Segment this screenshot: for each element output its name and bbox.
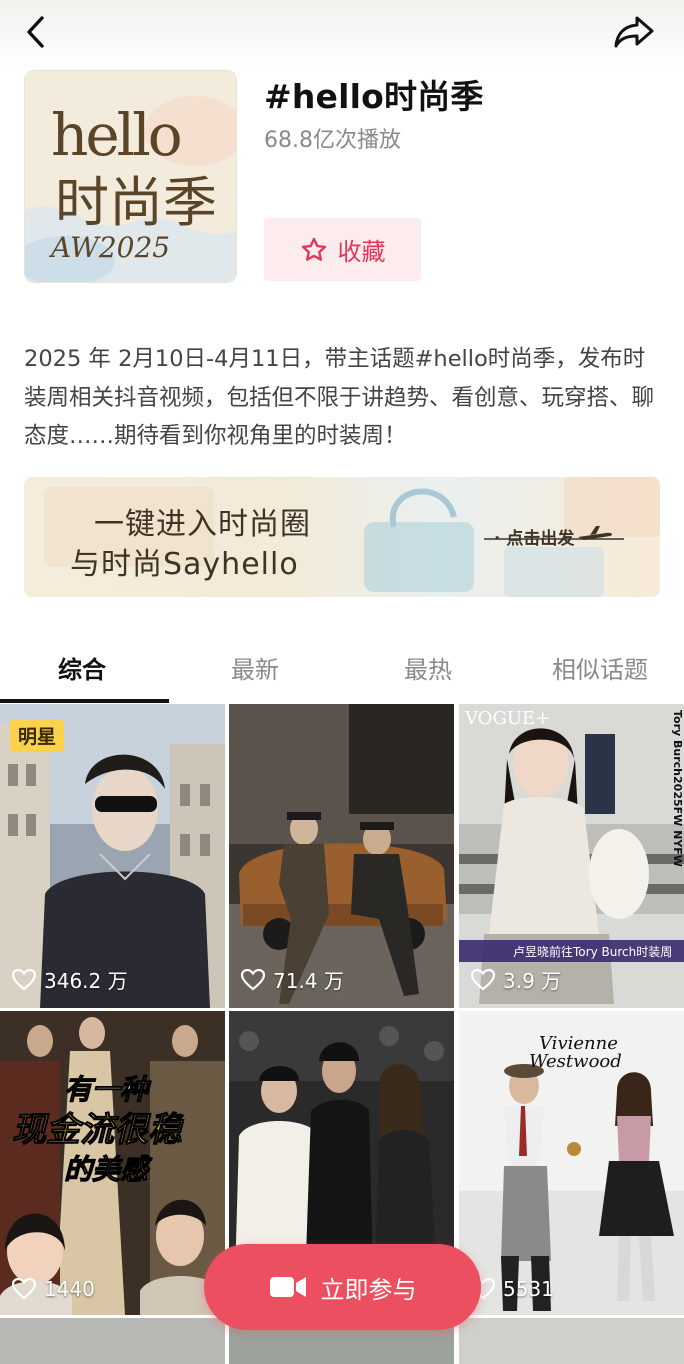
cover-aw-text: AW2025 xyxy=(48,231,170,264)
celebrity-badge: 明星 xyxy=(10,719,65,752)
share-button[interactable] xyxy=(612,10,656,54)
star-icon xyxy=(301,237,326,261)
top-bar xyxy=(0,0,684,70)
airplane-icon xyxy=(578,526,613,540)
like-count: 3.9 万 xyxy=(471,965,561,994)
video-caption: 卢昱晓前往Tory Burch时装周 xyxy=(513,944,672,959)
tab-comprehensive[interactable]: 综合 xyxy=(12,650,152,685)
share-arrow-icon xyxy=(614,16,654,48)
overlay-line-2: 现金流很稳 xyxy=(12,1110,184,1150)
topic-title: #hello时尚季 xyxy=(264,77,484,116)
video-card[interactable]: 71.4 万 xyxy=(229,704,454,1008)
heart-icon xyxy=(471,968,495,990)
banner-cta: · 点击出发 xyxy=(494,529,575,549)
side-caption: Tory Burch2025FW NYFW xyxy=(671,710,684,867)
video-card[interactable]: VOGUE+ Tory Burch2025FW NYFW 卢昱晓前往Tory B… xyxy=(459,704,684,1008)
join-now-button[interactable]: 立即参与 xyxy=(204,1244,481,1330)
cover-hello-text: hello xyxy=(51,101,180,169)
topic-tabs: 综合 最新 最热 相似话题 xyxy=(0,630,684,704)
play-count: 68.8亿次播放 xyxy=(264,128,401,153)
like-count-text: 346.2 万 xyxy=(44,969,128,993)
overlay-line-1: 有一种 xyxy=(64,1073,152,1106)
like-count-text: 1440 xyxy=(44,1277,95,1301)
join-now-label: 立即参与 xyxy=(320,1275,417,1304)
back-button[interactable] xyxy=(14,10,58,54)
favorite-label: 收藏 xyxy=(337,238,386,266)
topic-description: 2025 年 2月10日-4月11日，带主话题#hello时尚季，发布时装周相关… xyxy=(24,346,655,449)
tab-hottest[interactable]: 最热 xyxy=(358,650,498,685)
active-tab-indicator xyxy=(0,699,169,703)
like-count: 1440 xyxy=(12,1277,95,1301)
like-count-text: 3.9 万 xyxy=(503,969,562,993)
banner-line1: 一键进入时尚圈 xyxy=(94,507,311,542)
topic-cover: hello 时尚季 AW2025 xyxy=(24,70,237,283)
video-card[interactable] xyxy=(459,1318,684,1364)
banner-line2: 与时尚Sayhello xyxy=(70,547,299,582)
overlay-line-3: 的美感 xyxy=(64,1153,153,1186)
heart-icon xyxy=(12,1278,36,1300)
heart-icon xyxy=(241,968,265,990)
video-card[interactable] xyxy=(0,1318,225,1364)
video-card[interactable]: 明星 346.2 万 xyxy=(0,704,225,1008)
favorite-button[interactable]: 收藏 xyxy=(264,218,421,281)
like-count-text: 5531 xyxy=(503,1277,554,1301)
chevron-left-icon xyxy=(27,16,44,48)
heart-icon xyxy=(12,968,36,990)
video-camera-icon xyxy=(269,1277,306,1297)
like-count-text: 71.4 万 xyxy=(273,969,344,993)
brand-line-2: Westwood xyxy=(529,1051,622,1072)
vogue-logo: VOGUE+ xyxy=(464,708,550,729)
promo-banner[interactable]: 一键进入时尚圈 与时尚Sayhello · 点击出发 xyxy=(24,477,660,597)
like-count: 71.4 万 xyxy=(241,965,344,994)
video-card[interactable]: Vivienne Westwood 5531 xyxy=(459,1011,684,1315)
video-card[interactable]: 有一种 现金流很稳 的美感 1440 xyxy=(0,1011,225,1315)
tab-similar-topics[interactable]: 相似话题 xyxy=(530,650,670,685)
like-count: 346.2 万 xyxy=(12,965,128,994)
cover-season-text: 时尚季 xyxy=(55,171,217,234)
like-count: 5531 xyxy=(471,1277,554,1301)
tab-latest[interactable]: 最新 xyxy=(185,650,325,685)
